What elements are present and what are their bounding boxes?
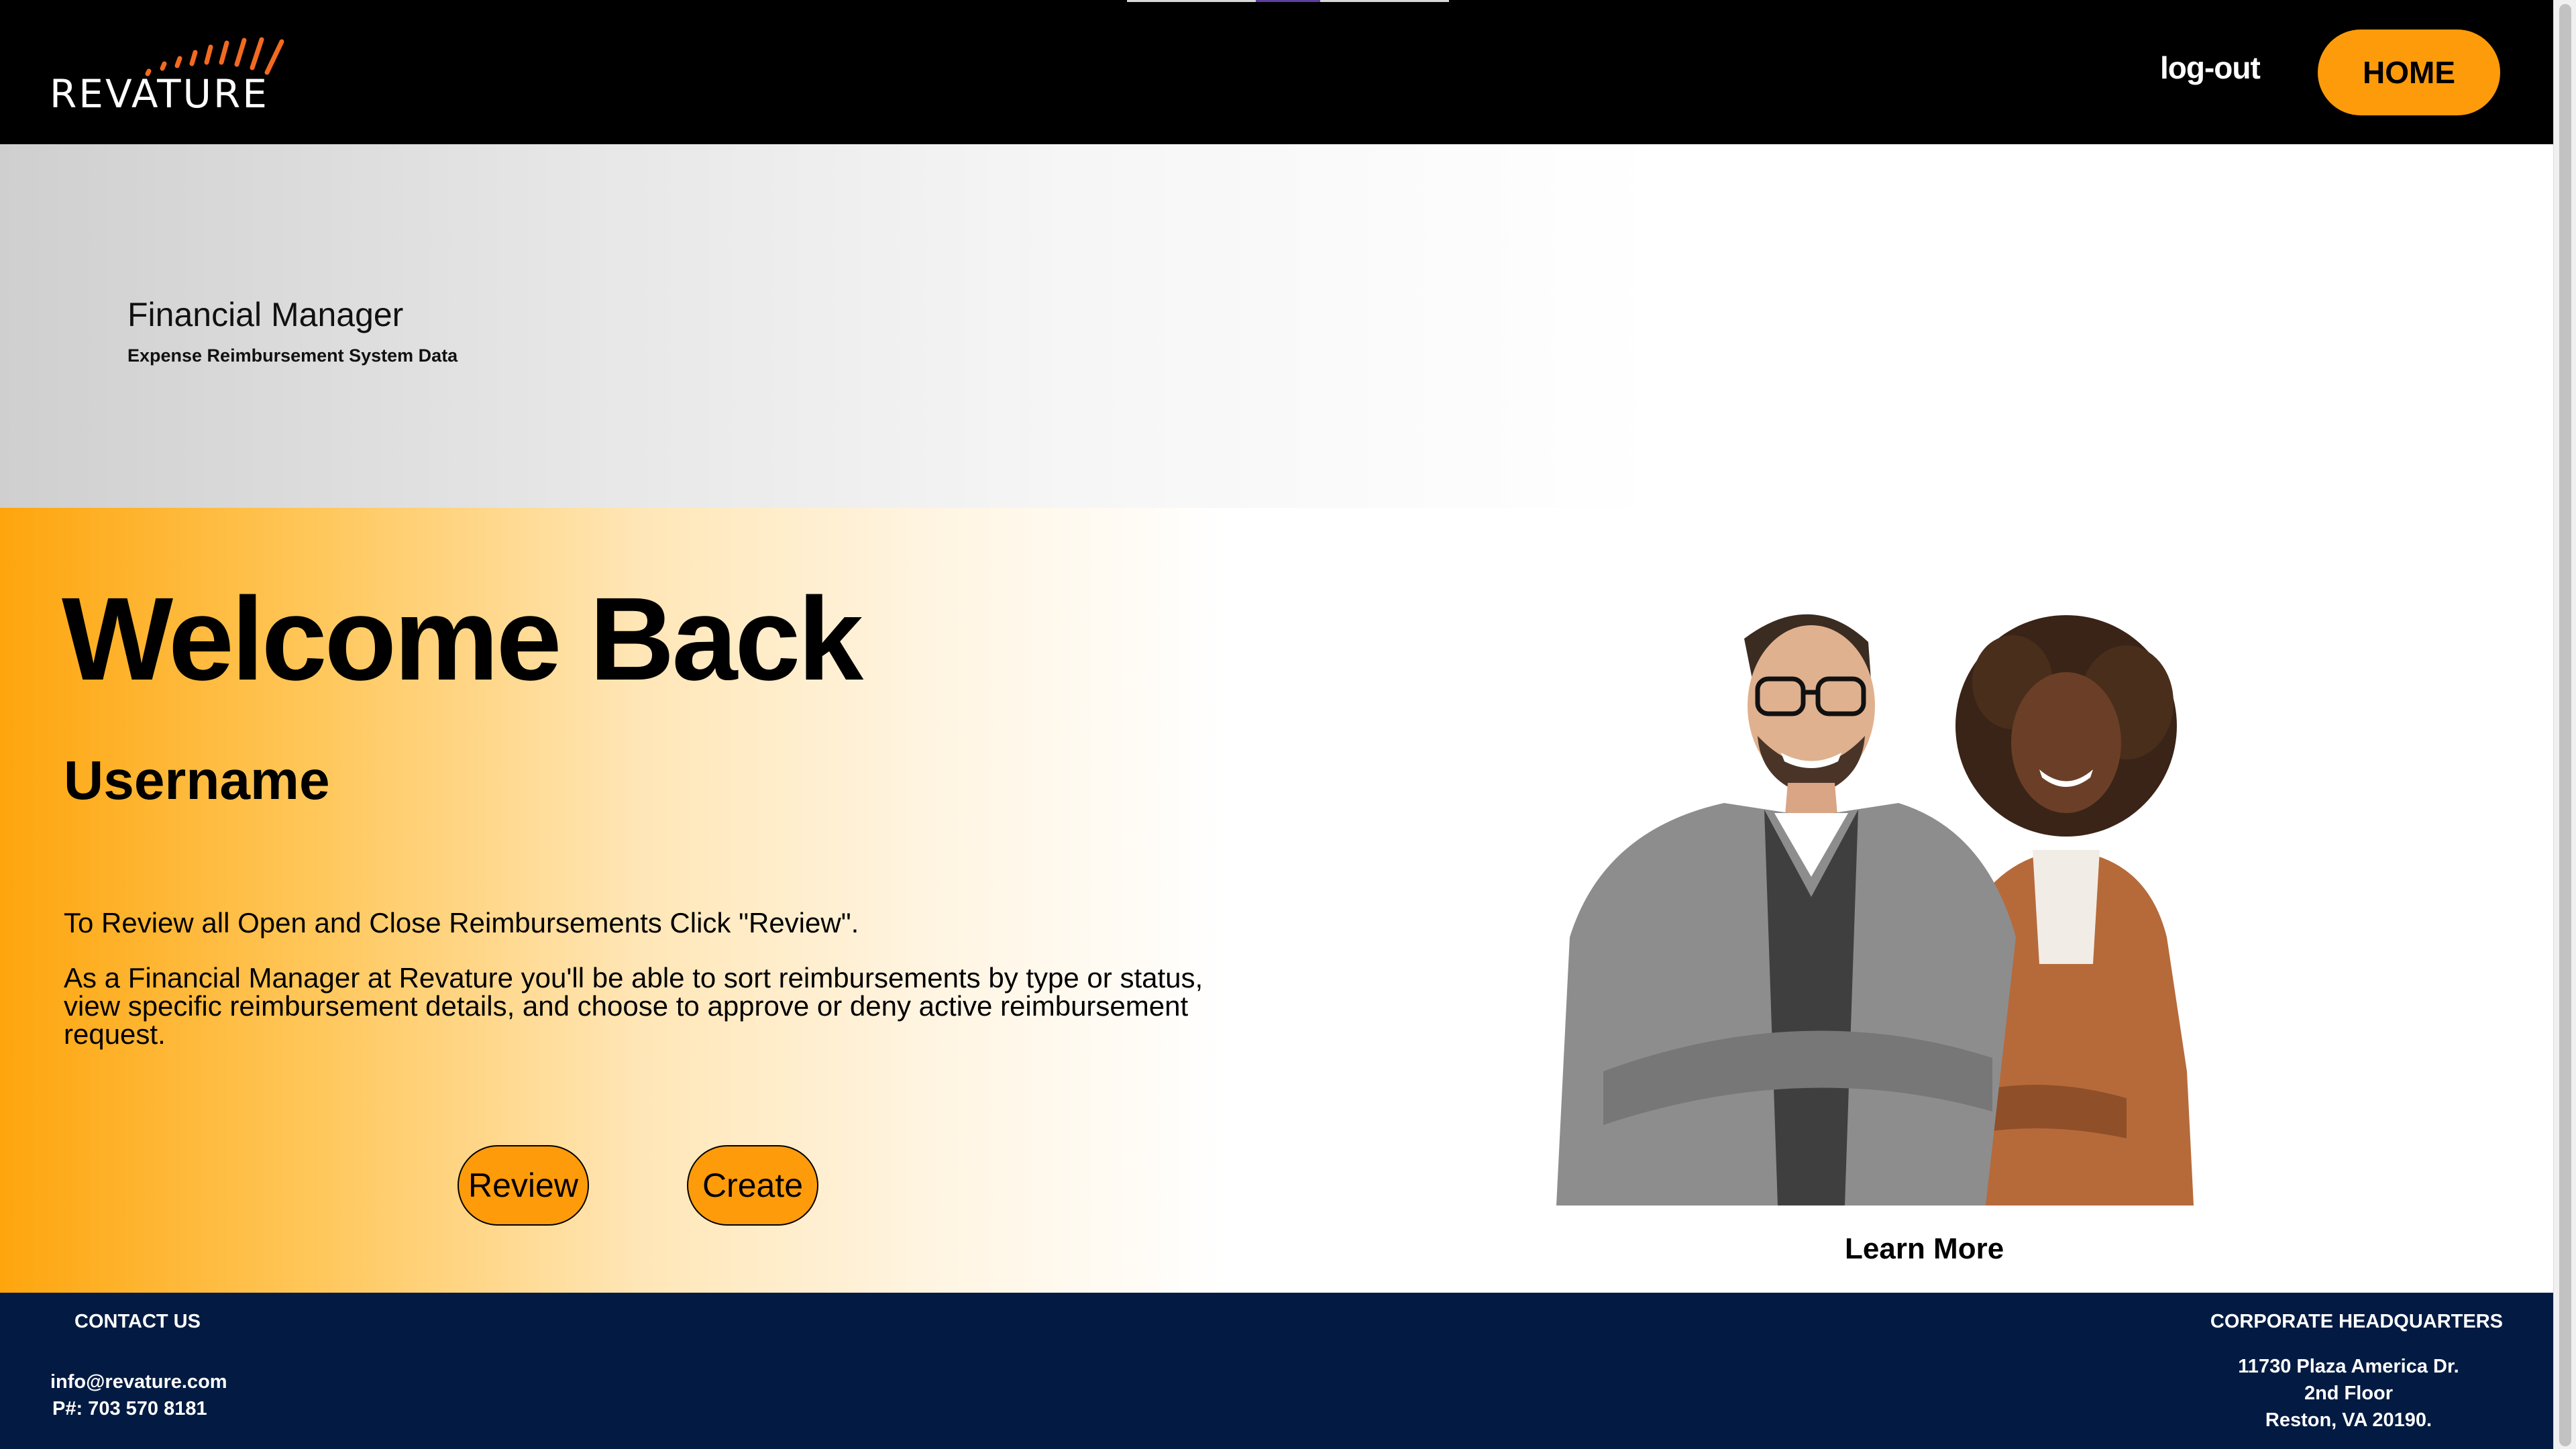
username-heading: Username xyxy=(64,750,330,811)
headquarters-address: 11730 Plaza America Dr. 2nd Floor Reston… xyxy=(2214,1353,2483,1434)
page-subtitle: Expense Reimbursement System Data xyxy=(127,345,458,366)
scrollbar-thumb[interactable] xyxy=(2559,4,2571,1446)
logout-link[interactable]: log-out xyxy=(2160,50,2261,86)
page: REVATURE log-out HOME Financial Manager … xyxy=(0,0,2576,1449)
top-navbar: REVATURE log-out HOME xyxy=(0,0,2553,144)
address-line-3: Reston, VA 20190. xyxy=(2265,1409,2432,1431)
address-line-2: 2nd Floor xyxy=(2304,1383,2394,1404)
review-button[interactable]: Review xyxy=(458,1145,589,1226)
page-title: Financial Manager xyxy=(127,296,404,333)
headquarters-heading: CORPORATE HEADQUARTERS xyxy=(2210,1311,2503,1332)
logo-wordmark: REVATURE xyxy=(50,71,269,117)
top-loading-strip-highlight xyxy=(1256,0,1320,2)
revature-logo[interactable]: REVATURE xyxy=(48,25,303,117)
create-button[interactable]: Create xyxy=(687,1145,818,1226)
role-description-text: As a Financial Manager at Revature you'l… xyxy=(64,962,1203,1050)
footer: CONTACT US info@revature.com P#: 703 570… xyxy=(0,1293,2553,1449)
welcome-heading: Welcome Back xyxy=(62,574,863,705)
welcome-section: Welcome Back Username To Review all Open… xyxy=(0,508,2553,1293)
address-line-1: 11730 Plaza America Dr. xyxy=(2238,1356,2459,1377)
page-header-band: Financial Manager Expense Reimbursement … xyxy=(0,144,2553,508)
top-loading-strip xyxy=(1127,0,1449,2)
learn-more-link[interactable]: Learn More xyxy=(1845,1232,2004,1266)
hero-man-figure xyxy=(1556,614,2016,1205)
contact-email[interactable]: info@revature.com xyxy=(50,1371,227,1393)
hero-photo xyxy=(1556,614,2194,1205)
vertical-scrollbar[interactable] xyxy=(2553,0,2576,1449)
home-button[interactable]: HOME xyxy=(2318,30,2500,115)
contact-phone: P#: 703 570 8181 xyxy=(52,1398,207,1419)
contact-us-heading: CONTACT US xyxy=(74,1311,201,1332)
review-instruction-text: To Review all Open and Close Reimburseme… xyxy=(64,907,859,938)
